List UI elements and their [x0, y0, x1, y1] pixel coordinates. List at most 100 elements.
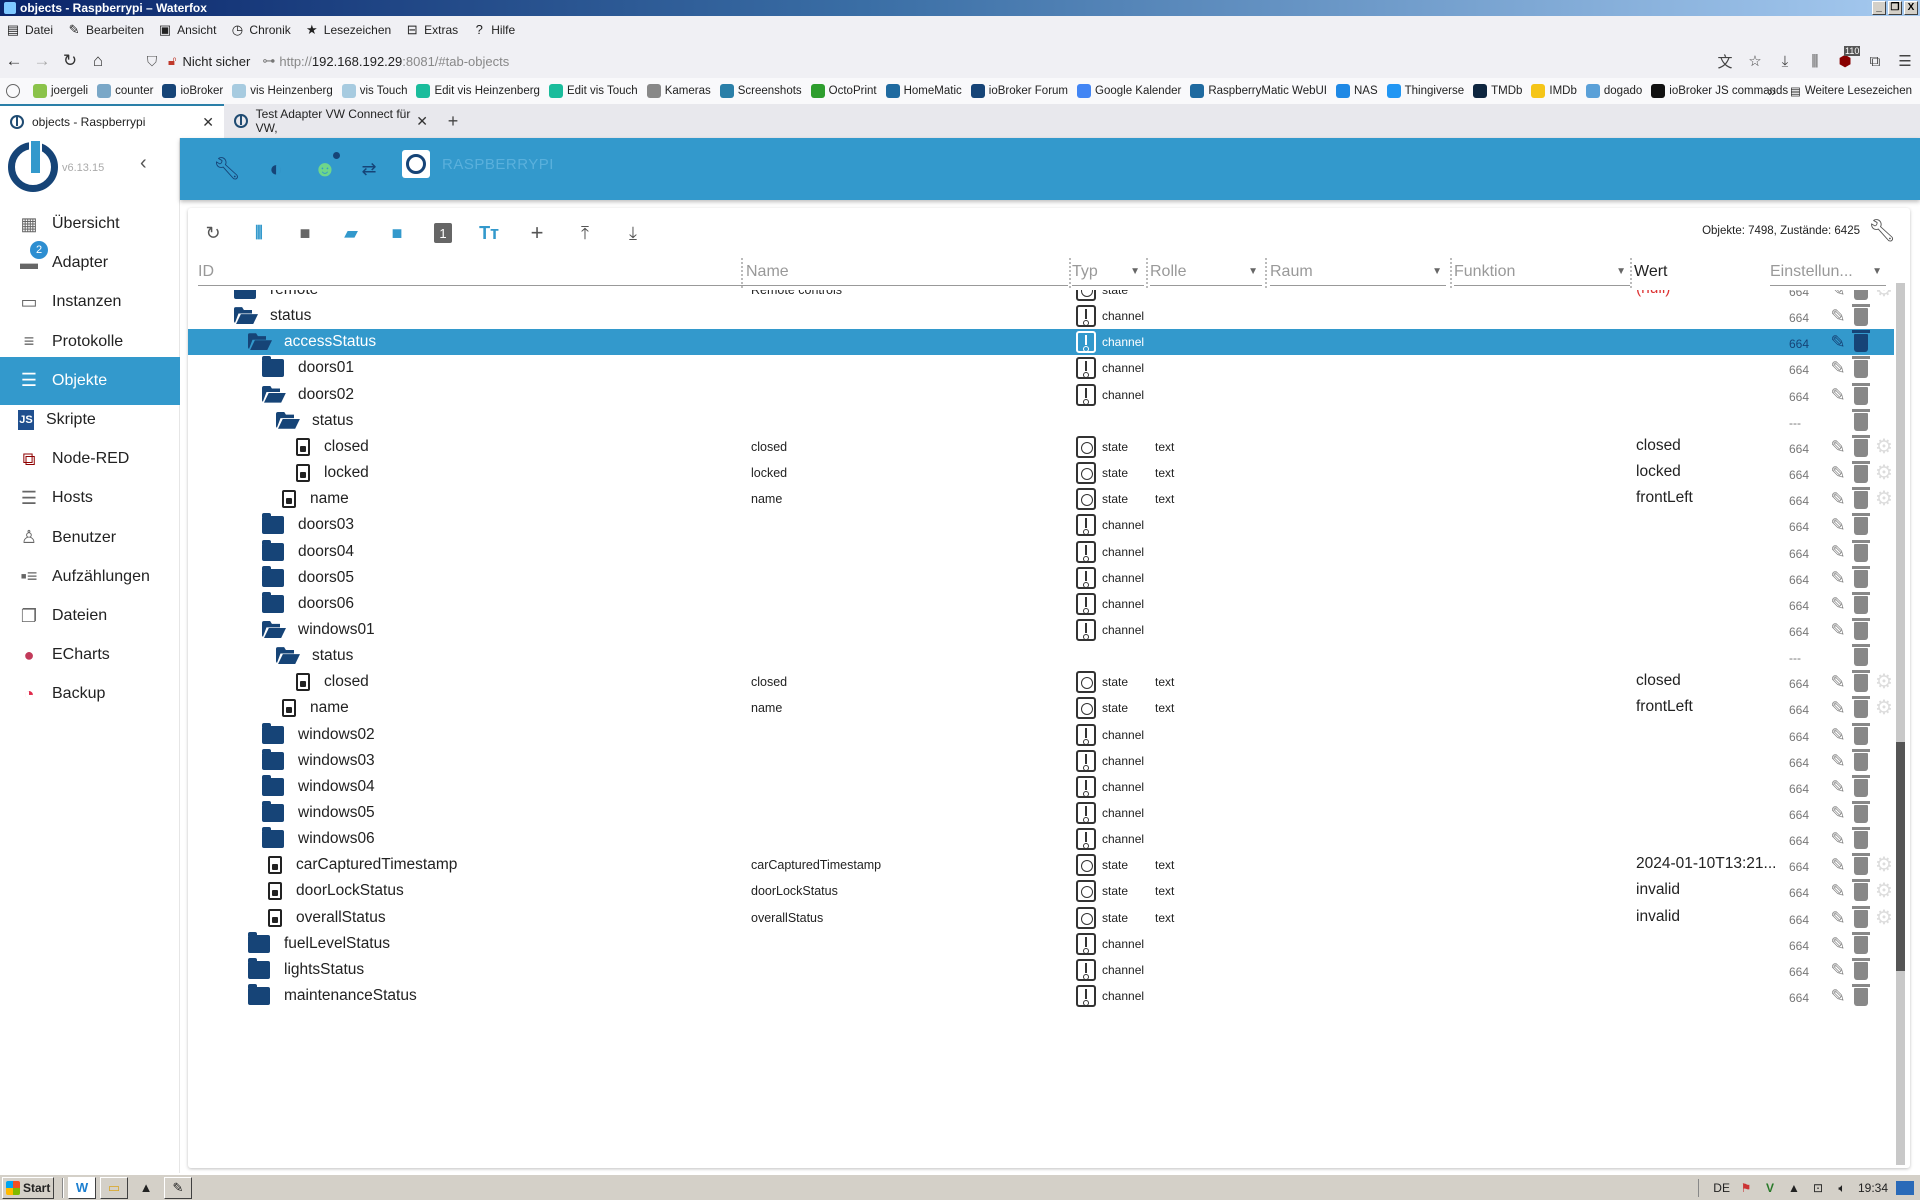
edit-icon[interactable]: ✎: [1828, 290, 1848, 300]
id-filter[interactable]: ID: [198, 258, 750, 286]
edit-icon[interactable]: ✎: [1828, 332, 1848, 352]
object-name[interactable]: Remote controls: [751, 290, 842, 297]
bookmark-iobroker-forum[interactable]: ioBroker Forum: [970, 84, 1068, 98]
table-row[interactable]: status channel 664 ✎: [188, 303, 1894, 329]
custom-settings-icon[interactable]: ⚙: [1874, 489, 1894, 509]
folder-closed-icon[interactable]: [262, 774, 284, 796]
edit-icon[interactable]: ✎: [1828, 881, 1848, 901]
url-bar[interactable]: ⛉ 🔓︎ Nicht sicher ⊶ http://192.168.192.2…: [142, 47, 1732, 75]
delete-icon[interactable]: [1852, 434, 1870, 457]
column-resizer[interactable]: [1450, 258, 1452, 288]
folder-closed-icon[interactable]: [248, 984, 270, 1006]
edit-icon[interactable]: ✎: [1828, 672, 1848, 692]
acl-value[interactable]: 664: [1789, 520, 1809, 534]
state-file-icon[interactable]: [282, 699, 296, 718]
acl-value[interactable]: 664: [1789, 730, 1809, 744]
acl-value[interactable]: 664: [1789, 390, 1809, 404]
ublock-icon[interactable]: ⬢ 110: [1830, 46, 1861, 70]
refresh-icon[interactable]: ↻: [200, 220, 226, 246]
column-resizer[interactable]: [1630, 258, 1632, 288]
start-button[interactable]: Start: [2, 1176, 54, 1199]
url-text[interactable]: http://192.168.192.29:8081/#tab-objects: [279, 54, 509, 69]
folder-closed-icon[interactable]: [262, 827, 284, 849]
folder-open-icon[interactable]: [234, 307, 256, 325]
acl-value[interactable]: 664: [1789, 886, 1809, 900]
tray-app-icon[interactable]: ▲: [1786, 1181, 1802, 1195]
acl-value[interactable]: 664: [1789, 363, 1809, 377]
object-value[interactable]: locked: [1636, 463, 1681, 481]
bookmark-iobroker[interactable]: ioBroker: [162, 84, 223, 98]
acl-value[interactable]: 664: [1789, 311, 1809, 325]
back-button[interactable]: ←: [0, 47, 28, 75]
bookmark-vis-heinzenberg[interactable]: vis Heinzenberg: [232, 84, 333, 98]
acl-value[interactable]: 664: [1789, 677, 1809, 691]
delete-icon[interactable]: [1852, 382, 1870, 405]
bookmark-edit-vis-touch[interactable]: Edit vis Touch: [548, 84, 638, 98]
clock[interactable]: 19:34: [1858, 1181, 1888, 1195]
bookmark-kameras[interactable]: Kameras: [646, 84, 711, 98]
acl-value[interactable]: 664: [1789, 703, 1809, 717]
folder-closed-icon[interactable]: [262, 801, 284, 822]
object-value[interactable]: invalid: [1636, 908, 1680, 926]
language-indicator[interactable]: DE: [1713, 1181, 1730, 1195]
delete-icon[interactable]: [1852, 774, 1870, 797]
table-row[interactable]: closed closed state text closed 664 ✎ ⚙: [188, 434, 1894, 460]
sync-disabled-icon[interactable]: ⇄: [356, 156, 382, 182]
custom-settings-icon[interactable]: ⚙: [1874, 855, 1894, 875]
waterfox-taskbar-button[interactable]: W: [68, 1176, 96, 1199]
column-resizer[interactable]: [741, 258, 743, 288]
settings-wrench-icon[interactable]: 🔧︎: [1868, 218, 1896, 244]
column-resizer[interactable]: [1069, 258, 1071, 288]
acl-value[interactable]: 664: [1789, 599, 1809, 613]
bookmark-octoprint[interactable]: OctoPrint: [810, 84, 877, 98]
table-row[interactable]: status---✎: [188, 408, 1894, 434]
object-value[interactable]: (null): [1636, 290, 1670, 298]
bookmark-imdb[interactable]: IMDb: [1531, 84, 1577, 98]
bookmark-counter[interactable]: counter: [97, 84, 153, 98]
table-row[interactable]: lightsStatus channel 664 ✎: [188, 957, 1894, 983]
delete-icon[interactable]: [1852, 487, 1870, 510]
custom-settings-icon[interactable]: ⚙: [1874, 672, 1894, 692]
object-name[interactable]: closed: [751, 440, 787, 454]
folder-closed-icon[interactable]: [234, 290, 256, 299]
delete-icon[interactable]: [1852, 748, 1870, 771]
room-filter[interactable]: Raum ▼: [1270, 258, 1446, 286]
download-icon[interactable]: ⤓: [1770, 53, 1800, 70]
acl-value[interactable]: 664: [1789, 965, 1809, 979]
delete-icon[interactable]: [1854, 290, 1868, 300]
download-icon[interactable]: ⤓: [620, 220, 646, 246]
delete-icon[interactable]: [1852, 539, 1870, 562]
table-row[interactable]: name name state text frontLeft 664 ✎ ⚙: [188, 695, 1894, 721]
custom-settings-icon[interactable]: ⚙: [1874, 463, 1894, 483]
edit-icon[interactable]: ✎: [1828, 829, 1848, 849]
delete-icon[interactable]: [1852, 853, 1870, 876]
object-name[interactable]: doorLockStatus: [751, 884, 838, 898]
table-row[interactable]: windows06 channel 664 ✎: [188, 826, 1894, 852]
column-resizer[interactable]: [1265, 258, 1267, 288]
vpn-icon[interactable]: V: [1762, 1181, 1778, 1195]
bookmark-joergeli[interactable]: joergeli: [33, 84, 88, 98]
acl-value[interactable]: 664: [1789, 991, 1809, 1005]
table-row[interactable]: windows01 channel 664 ✎: [188, 617, 1894, 643]
folder-closed-icon[interactable]: [248, 931, 270, 953]
bookmark-vis-touch[interactable]: vis Touch: [341, 84, 407, 98]
bookmarks-overflow-button[interactable]: »: [1768, 83, 1776, 99]
bookmark-edit-vis-heinzenberg[interactable]: Edit vis Heinzenberg: [416, 84, 540, 98]
edit-icon[interactable]: ✎: [1828, 620, 1848, 640]
object-name[interactable]: name: [751, 701, 782, 715]
name-filter[interactable]: Name: [746, 258, 1068, 286]
column-resizer[interactable]: [1146, 258, 1148, 288]
acl-value[interactable]: 664: [1789, 913, 1809, 927]
object-name[interactable]: overallStatus: [751, 911, 823, 925]
state-file-icon[interactable]: [296, 673, 310, 692]
bookmark-tmdb[interactable]: TMDb: [1473, 84, 1522, 98]
table-row[interactable]: windows05 channel 664 ✎: [188, 800, 1894, 826]
insecure-lock-icon[interactable]: 🔓︎: [168, 53, 176, 69]
folder-open-icon[interactable]: [276, 647, 298, 665]
delete-icon[interactable]: [1852, 670, 1870, 693]
close-window-button[interactable]: X: [1904, 1, 1918, 15]
folder-closed-icon[interactable]: [262, 722, 284, 744]
table-row[interactable]: maintenanceStatus channel 664 ✎: [188, 983, 1894, 1009]
delete-icon[interactable]: [1852, 304, 1870, 327]
theme-toggle-icon[interactable]: ◐: [263, 156, 289, 182]
